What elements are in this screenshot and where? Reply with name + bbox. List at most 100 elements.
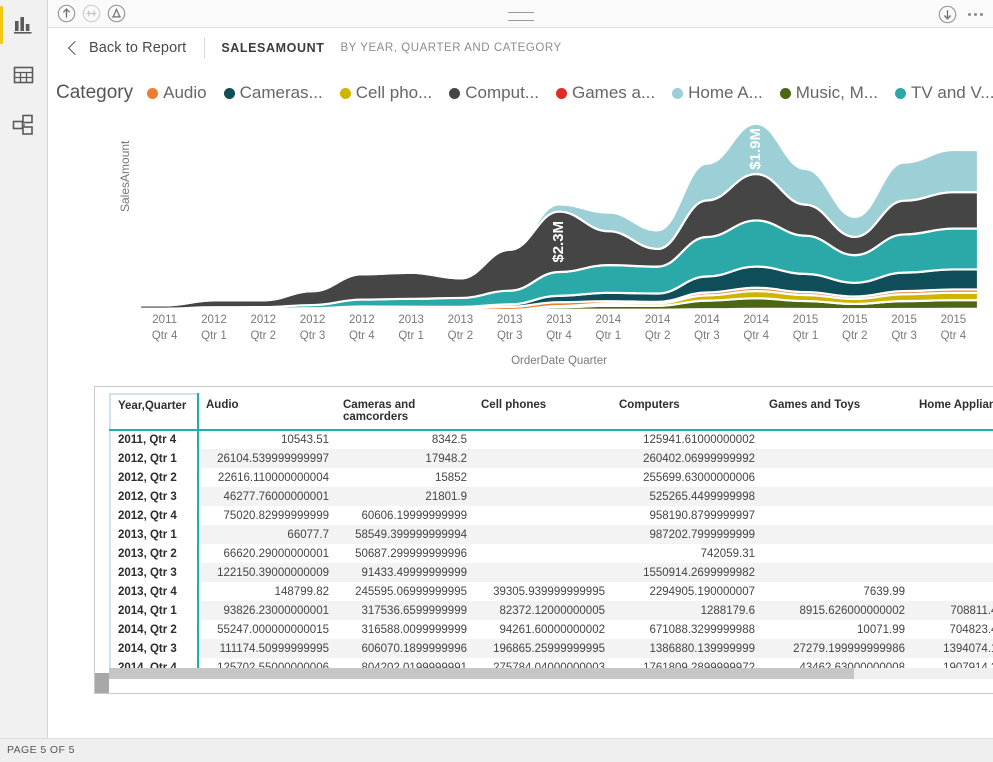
table-cell-value: 94261.60000000002 (474, 620, 612, 639)
x-axis-tick: 2014Qtr 4 (732, 312, 781, 352)
column-header-games-toys[interactable]: Games and Toys (762, 394, 912, 430)
table-cell-value: 93826.23000000001 (198, 601, 336, 620)
table-cell-value (474, 544, 612, 563)
x-axis-tick: 2015Qtr 4 (929, 312, 978, 352)
table-row[interactable]: 2014, Qtr 193826.23000000001317536.65999… (110, 601, 993, 620)
table-cell-value (912, 449, 993, 468)
legend-item-music-movies[interactable]: Music, M... (780, 83, 878, 103)
legend-item-cameras[interactable]: Cameras... (224, 83, 323, 103)
table-row[interactable]: 2012, Qtr 346277.7600000000121801.952526… (110, 487, 993, 506)
visual-drag-grip[interactable] (48, 8, 993, 26)
table-cell-value: 742059.31 (612, 544, 762, 563)
table-row[interactable]: 2011, Qtr 410543.518342.5125941.61000000… (110, 430, 993, 449)
power-bi-focus-view: Back to Report SALESAMOUNT BY YEAR, QUAR… (0, 0, 993, 762)
table-cell-value: 987202.7999999999 (612, 525, 762, 544)
column-header-year-quarter[interactable]: Year,Quarter (110, 394, 198, 430)
table-horizontal-scroll-thumb[interactable] (109, 668, 854, 679)
legend-item-label: TV and V... (911, 83, 993, 103)
column-header-home-appliances[interactable]: Home Appliances (912, 394, 993, 430)
data-table-panel[interactable]: Year,Quarter Audio Cameras and camcorder… (94, 386, 993, 694)
table-cell-value: 2294905.190000007 (612, 582, 762, 601)
column-header-cameras[interactable]: Cameras and camcorders (336, 394, 474, 430)
table-cell-value: 50687.299999999996 (336, 544, 474, 563)
table-cell-value: 8915.626000000002 (762, 601, 912, 620)
column-header-audio[interactable]: Audio (198, 394, 336, 430)
chart-legend: Category Audio Cameras... Cell pho... Co… (48, 76, 993, 110)
legend-item-games-and-toys[interactable]: Games a... (556, 83, 655, 103)
table-cell-value (912, 506, 993, 525)
active-indicator (0, 6, 3, 44)
status-bar: PAGE 5 OF 5 (0, 738, 993, 762)
x-axis-tick: 2012Qtr 2 (239, 312, 288, 352)
legend-item-cell-phones[interactable]: Cell pho... (340, 83, 433, 103)
table-cell-value: 66077.7 (198, 525, 336, 544)
legend-item-home-appliances[interactable]: Home A... (672, 83, 763, 103)
legend-item-audio[interactable]: Audio (147, 83, 206, 103)
table-cell-value: 525265.4499999998 (612, 487, 762, 506)
table-row[interactable]: 2013, Qtr 166077.758549.399999999994 9872… (110, 525, 993, 544)
table-row[interactable]: 2013, Qtr 266620.2900000000150687.299999… (110, 544, 993, 563)
table-cell-year-quarter: 2011, Qtr 4 (110, 430, 198, 449)
download-icon[interactable] (937, 4, 958, 25)
relationships-icon (12, 114, 36, 136)
table-cell-value: 317536.6599999999 (336, 601, 474, 620)
stacked-area-chart[interactable]: SalesAmount $2.3M$1.9M 2011Qtr 42012Qtr … (60, 112, 990, 380)
x-axis-tick: 2014Qtr 3 (682, 312, 731, 352)
table-cell-value: 260402.06999999992 (612, 449, 762, 468)
back-to-report-button[interactable]: Back to Report (70, 40, 186, 56)
table-row[interactable]: 2014, Qtr 255247.000000000015316588.0099… (110, 620, 993, 639)
table-row[interactable]: 2014, Qtr 3111174.50999999995606070.1899… (110, 639, 993, 658)
column-header-cell-phones[interactable]: Cell phones (474, 394, 612, 430)
focus-mode-header: Back to Report SALESAMOUNT BY YEAR, QUAR… (48, 28, 993, 68)
chevron-left-icon (68, 41, 82, 55)
table-cell-value: 7639.99 (762, 582, 912, 601)
table-row[interactable]: 2013, Qtr 3122150.3900000000991433.49999… (110, 563, 993, 582)
x-axis-tick: 2011Qtr 4 (140, 312, 189, 352)
table-cell-value: 606070.1899999996 (336, 639, 474, 658)
table-row[interactable]: 2012, Qtr 126104.53999999999717948.22604… (110, 449, 993, 468)
sidebar-item-data-view[interactable] (0, 50, 48, 100)
legend-color-swatch (895, 88, 906, 99)
table-cell-value (762, 430, 912, 449)
legend-color-swatch (224, 88, 235, 99)
table-cell-value: 1386880.139999999 (612, 639, 762, 658)
data-table: Year,Quarter Audio Cameras and camcorder… (109, 393, 993, 677)
table-cell-year-quarter: 2012, Qtr 1 (110, 449, 198, 468)
table-row[interactable]: 2013, Qtr 4148799.82245595.0699999999539… (110, 582, 993, 601)
visual-header-toolbar (48, 0, 993, 28)
table-cell-value: 245595.06999999995 (336, 582, 474, 601)
sidebar-item-model-view[interactable] (0, 100, 48, 150)
table-cell-value (474, 563, 612, 582)
table-cell-value (762, 563, 912, 582)
legend-item-computers[interactable]: Comput... (449, 83, 539, 103)
table-cell-value (474, 468, 612, 487)
table-cell-value: 8342.5 (336, 430, 474, 449)
table-header: Year,Quarter Audio Cameras and camcorder… (110, 394, 993, 430)
table-cell-value: 10543.51 (198, 430, 336, 449)
table-cell-year-quarter: 2012, Qtr 2 (110, 468, 198, 487)
table-cell-year-quarter: 2013, Qtr 1 (110, 525, 198, 544)
legend-item-tv-and-video[interactable]: TV and V... (895, 83, 993, 103)
table-horizontal-scrollbar[interactable] (109, 668, 993, 679)
x-axis-tick: 2014Qtr 1 (584, 312, 633, 352)
table-cell-value: 55247.000000000015 (198, 620, 336, 639)
table-row[interactable]: 2012, Qtr 222616.11000000000415852255699… (110, 468, 993, 487)
more-options-icon[interactable] (968, 3, 983, 25)
table-cell-value (912, 468, 993, 487)
table-cell-value (474, 449, 612, 468)
x-axis-tick-labels: 2011Qtr 42012Qtr 12012Qtr 22012Qtr 32012… (140, 312, 978, 352)
table-cell-value (912, 544, 993, 563)
table-cell-value (474, 525, 612, 544)
table-cell-value: 58549.399999999994 (336, 525, 474, 544)
table-cell-value: 1550914.2699999982 (612, 563, 762, 582)
report-canvas: Back to Report SALESAMOUNT BY YEAR, QUAR… (48, 0, 993, 738)
sidebar-item-report-view[interactable] (0, 0, 48, 50)
table-cell-value (762, 487, 912, 506)
x-axis-tick: 2014Qtr 2 (633, 312, 682, 352)
table-cell-value: 17948.2 (336, 449, 474, 468)
table-cell-value: 39305.939999999995 (474, 582, 612, 601)
table-row[interactable]: 2012, Qtr 475020.8299999999960606.199999… (110, 506, 993, 525)
data-table-scroll-area[interactable]: Year,Quarter Audio Cameras and camcorder… (109, 393, 993, 689)
chart-plot-area[interactable]: $2.3M$1.9M (140, 120, 978, 310)
column-header-computers[interactable]: Computers (612, 394, 762, 430)
